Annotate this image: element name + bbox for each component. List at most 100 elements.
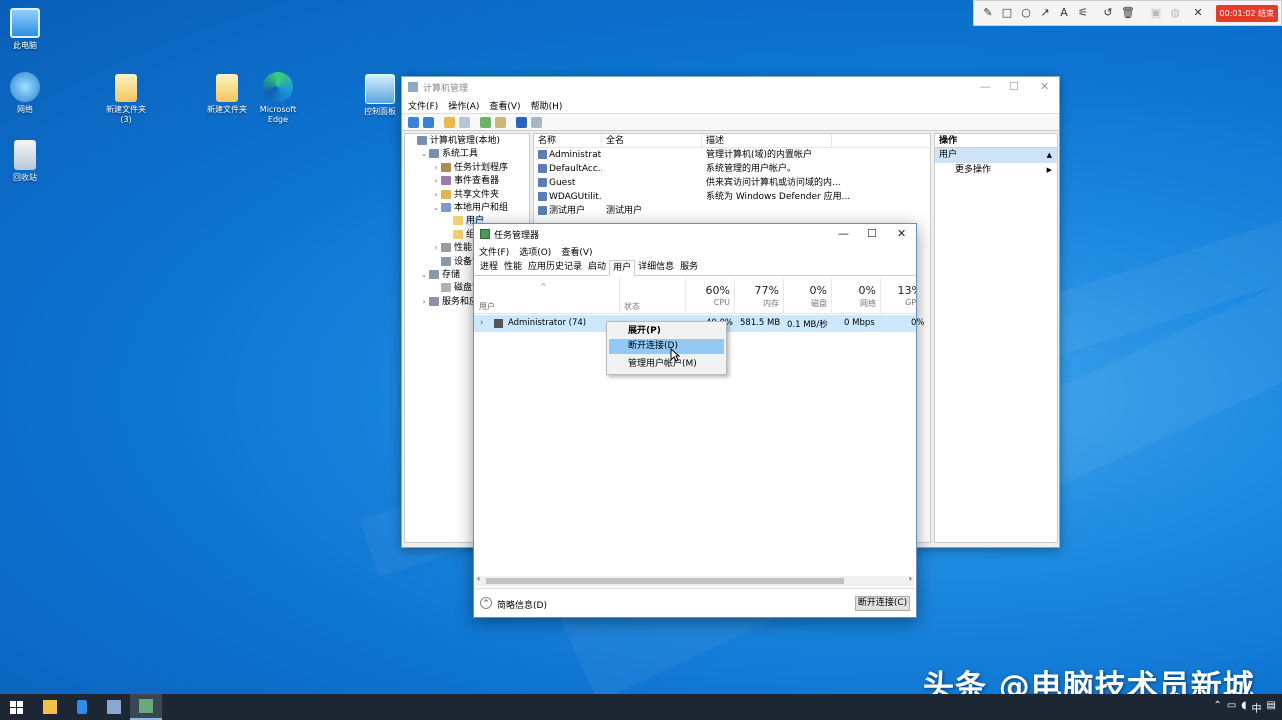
forward-icon[interactable] — [423, 116, 434, 128]
col-network-header[interactable]: 0% 网络 — [831, 278, 880, 314]
fewer-details-icon[interactable]: ^ — [480, 597, 492, 609]
taskbar-computer-management[interactable] — [98, 694, 130, 720]
chevron-right-icon[interactable]: › — [431, 162, 441, 175]
list-item[interactable]: WDAGUtilit... 系统为 Windows Defender 应用... — [534, 190, 930, 204]
minimize-icon[interactable]: — — [838, 227, 849, 240]
actions-more-item[interactable]: 更多操作 ▶ — [935, 163, 1057, 178]
show-tree-icon[interactable] — [459, 116, 470, 128]
up-folder-icon[interactable] — [444, 116, 455, 128]
desktop-icon-edge[interactable]: Microsoft Edge — [248, 72, 308, 125]
list-item[interactable]: Administrat... 管理计算机(域)的内置帐户 — [534, 148, 930, 162]
tab-users[interactable]: 用户 — [609, 260, 636, 276]
close-icon[interactable]: ✕ — [897, 227, 906, 240]
tree-item[interactable]: › 任务计划程序 — [405, 162, 529, 175]
maximize-icon[interactable]: ☐ — [867, 227, 877, 240]
col-user-header[interactable]: 用户 — [479, 301, 495, 312]
expand-chevron-icon[interactable]: › — [480, 318, 483, 328]
horizontal-scrollbar[interactable]: ‹ › — [476, 574, 914, 586]
maximize-icon[interactable]: ☐ — [1009, 80, 1019, 93]
close-icon[interactable]: ✕ — [1040, 80, 1049, 93]
properties-icon[interactable] — [531, 116, 542, 128]
list-item[interactable]: Guest 供来宾访问计算机或访问域的内... — [534, 176, 930, 190]
tree-item[interactable]: 计算机管理(本地) — [405, 135, 529, 148]
tm-menu-options[interactable]: 选项(O) — [519, 245, 551, 258]
tray-chevron-icon[interactable]: ⌃ — [1213, 700, 1221, 715]
highlighter-icon[interactable]: ⚟ — [1077, 7, 1089, 19]
chevron-right-icon[interactable]: › — [431, 175, 441, 188]
chevron-down-icon[interactable]: ⌄ — [431, 202, 441, 215]
chevron-down-icon[interactable]: ⌄ — [419, 148, 429, 161]
desktop-icon-recycle-bin[interactable]: 回收站 — [0, 140, 55, 183]
network-tray-icon[interactable]: ▭ — [1227, 700, 1236, 715]
help-icon[interactable] — [516, 116, 527, 128]
tree-item[interactable]: ⌄ 系统工具 — [405, 148, 529, 161]
circle-icon[interactable]: ○ — [1020, 7, 1032, 19]
tab-startup[interactable]: 启动 — [585, 260, 609, 275]
chevron-right-icon[interactable]: › — [431, 189, 441, 202]
col-cpu-header[interactable]: 60% CPU — [685, 278, 734, 314]
desktop-icon-network[interactable]: 网络 — [0, 72, 55, 115]
disconnect-button[interactable]: 断开连接(C) — [855, 596, 910, 611]
notification-icon[interactable]: ▤ — [1267, 700, 1276, 715]
tree-item[interactable]: ⌄ 本地用户和组 — [405, 202, 529, 215]
scroll-left-icon[interactable]: ‹ — [477, 574, 480, 583]
camera-icon[interactable]: ▣ — [1150, 7, 1162, 19]
tm-menu-view[interactable]: 查看(V) — [561, 245, 592, 258]
chevron-down-icon[interactable]: ⌄ — [419, 269, 429, 282]
cm-titlebar[interactable]: 计算机管理 — ☐ ✕ — [402, 77, 1059, 97]
menu-help[interactable]: 帮助(H) — [531, 99, 563, 112]
ime-indicator[interactable]: 中 — [1252, 700, 1262, 715]
chevron-right-icon[interactable]: › — [431, 242, 441, 255]
col-gpu-header[interactable]: 13% GPU — [880, 278, 916, 314]
taskbar-explorer[interactable] — [34, 694, 66, 720]
recording-timer-button[interactable]: 00:01:02 结束 — [1215, 4, 1278, 22]
menu-action[interactable]: 操作(A) — [448, 99, 479, 112]
col-name-header[interactable]: 名称 — [534, 134, 602, 147]
col-status-header[interactable]: 状态 — [619, 278, 685, 314]
menu-item-expand[interactable]: 展开(P) — [607, 324, 726, 339]
list-item[interactable]: DefaultAcc... 系统管理的用户帐户。 — [534, 162, 930, 176]
mic-icon[interactable]: ◍ — [1169, 7, 1181, 19]
rectangle-icon[interactable]: □ — [1001, 7, 1013, 19]
tab-services[interactable]: 服务 — [677, 260, 701, 275]
list-item[interactable]: 测试用户 测试用户 — [534, 204, 930, 218]
tab-app-history[interactable]: 应用历史记录 — [525, 260, 585, 275]
desktop-icon-this-pc[interactable]: 此电脑 — [0, 8, 55, 51]
menu-item-manage-accounts[interactable]: 管理用户帐户(M) — [607, 357, 726, 372]
trash-icon[interactable]: 🗑 — [1121, 7, 1135, 19]
tree-item-label: 事件查看器 — [454, 176, 500, 187]
scrollbar-thumb[interactable] — [486, 578, 844, 584]
text-icon[interactable]: A — [1058, 7, 1070, 19]
col-memory-header[interactable]: 77% 内存 — [734, 278, 783, 314]
refresh-icon[interactable] — [480, 116, 491, 128]
tm-menu-file[interactable]: 文件(F) — [479, 245, 509, 258]
back-icon[interactable] — [408, 116, 419, 128]
scroll-right-icon[interactable]: › — [909, 574, 912, 583]
col-desc-header[interactable]: 描述 — [702, 134, 832, 147]
fewer-details-link[interactable]: 简略信息(D) — [497, 598, 547, 611]
tm-titlebar[interactable]: 任务管理器 — ☐ ✕ — [474, 224, 916, 244]
minimize-icon[interactable]: — — [980, 80, 991, 93]
menu-view[interactable]: 查看(V) — [489, 99, 520, 112]
tab-performance[interactable]: 性能 — [501, 260, 525, 275]
actions-users-item[interactable]: 用户 ▲ — [935, 148, 1057, 163]
start-button[interactable] — [0, 694, 32, 720]
export-icon[interactable] — [495, 116, 506, 128]
close-icon[interactable]: ✕ — [1192, 7, 1204, 19]
tab-processes[interactable]: 进程 — [477, 260, 501, 275]
undo-icon[interactable]: ↺ — [1102, 7, 1114, 19]
volume-icon[interactable]: ◖ — [1241, 700, 1246, 715]
col-fullname-header[interactable]: 全名 — [602, 134, 702, 147]
col-disk-header[interactable]: 0% 磁盘 — [783, 278, 831, 314]
tree-item[interactable]: › 事件查看器 — [405, 175, 529, 188]
taskbar-task-manager[interactable] — [130, 694, 162, 720]
menu-file[interactable]: 文件(F) — [408, 99, 438, 112]
arrow-icon[interactable]: ↗ — [1039, 7, 1051, 19]
tab-details[interactable]: 详细信息 — [635, 260, 677, 275]
desktop-icon-new-folder-3[interactable]: 新建文件夹 (3) — [96, 74, 156, 125]
menu-item-disconnect[interactable]: 断开连接(D) — [609, 339, 724, 354]
taskbar-app-blue[interactable] — [66, 694, 98, 720]
chevron-right-icon[interactable]: › — [419, 296, 429, 309]
tree-item[interactable]: › 共享文件夹 — [405, 189, 529, 202]
pencil-icon[interactable]: ✎ — [982, 7, 994, 19]
